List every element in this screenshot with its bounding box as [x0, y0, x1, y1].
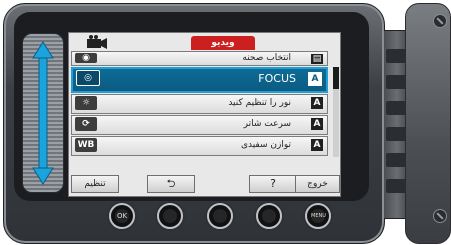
scene-icon: ◉ — [75, 53, 97, 63]
lcd-screen: ویدیو ◉ انتخاب صحنه ▤ ◎ FOCUS A ☼ نور را… — [68, 32, 341, 197]
softkey-bar: تنظیم ⮌ ? خروج — [71, 175, 340, 193]
menu-item-label: نور را تنظیم کنید — [228, 98, 291, 108]
video-camera-icon — [87, 35, 107, 49]
menu-label: MENU — [311, 209, 326, 223]
menu-item-value: A — [311, 97, 323, 109]
hardware-button-2[interactable] — [157, 203, 183, 229]
shutter-icon: ⟳ — [75, 117, 97, 131]
exit-button[interactable]: خروج — [295, 175, 340, 193]
menu-item-label: سرعت شاتر — [243, 119, 291, 129]
menu-item-value: A — [311, 118, 323, 130]
scrollbar-thumb[interactable] — [333, 67, 339, 89]
menu-item-white-balance[interactable]: WB توازن سفیدی A — [71, 136, 328, 156]
menu-item-label: FOCUS — [258, 72, 296, 85]
updown-arrow-icon — [32, 41, 54, 185]
brightness-icon: ☼ — [75, 96, 97, 110]
menu-item-value: A — [311, 139, 323, 151]
menu-list: ◉ انتخاب صحنه ▤ ◎ FOCUS A ☼ نور را تنظیم… — [71, 51, 328, 157]
menu-header: ویدیو — [71, 34, 338, 50]
tab-video[interactable]: ویدیو — [191, 36, 255, 50]
ok-label: OK — [115, 209, 129, 223]
scroll-slider[interactable] — [22, 33, 64, 193]
help-button[interactable]: ? — [249, 175, 297, 193]
focus-icon: ◎ — [76, 70, 100, 86]
hardware-button-3[interactable] — [207, 203, 233, 229]
hardware-button-4[interactable] — [256, 203, 282, 229]
menu-item-label: توازن سفیدی — [240, 140, 291, 150]
screw-icon — [433, 14, 447, 28]
menu-scrollbar[interactable] — [333, 67, 339, 157]
menu-item-shutter[interactable]: ⟳ سرعت شاتر A — [71, 115, 328, 135]
ok-hardware-button[interactable]: OK — [109, 203, 135, 229]
back-button[interactable]: ⮌ — [147, 175, 195, 193]
menu-hardware-button[interactable]: MENU — [305, 203, 331, 229]
settings-button[interactable]: تنظیم — [71, 175, 119, 193]
side-panel — [405, 3, 451, 244]
screw-icon — [433, 209, 447, 223]
menu-item-label: انتخاب صحنه — [242, 53, 291, 63]
menu-item-scene[interactable]: ◉ انتخاب صحنه ▤ — [71, 51, 328, 66]
menu-item-value: ▤ — [311, 54, 323, 64]
menu-item-value: A — [308, 72, 322, 86]
wb-icon: WB — [75, 138, 97, 152]
menu-item-brightness[interactable]: ☼ نور را تنظیم کنید A — [71, 94, 328, 114]
menu-item-focus[interactable]: ◎ FOCUS A — [71, 67, 328, 93]
